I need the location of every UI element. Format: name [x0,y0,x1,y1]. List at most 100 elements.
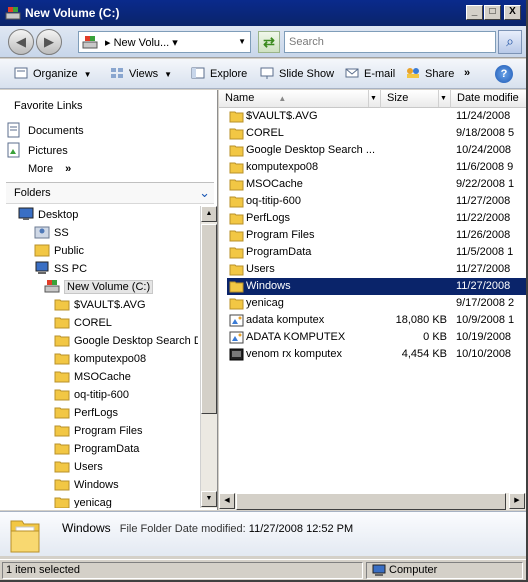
folder-tree: Desktop SS Public SS PC New Volume (C:) … [6,206,198,508]
file-row[interactable]: Google Desktop Search ... 10/24/2008 [227,142,526,159]
tree-item-perflogs[interactable]: PerfLogs [54,404,118,422]
file-list-hscrollbar[interactable]: ◀ ▶ [219,493,526,510]
file-name: oq-titip-600 [246,195,302,207]
email-button[interactable]: E-mail [345,67,395,80]
file-row[interactable]: adata komputex 18,080 KB 10/9/2008 1 [227,312,526,329]
tree-item-public[interactable]: Public [34,242,84,260]
tree-item-label: oq-titip-600 [74,389,130,401]
status-bar: 1 item selected Computer [0,559,526,580]
title-bar[interactable]: New Volume (C:) _ □ X [0,0,526,26]
column-header-size[interactable]: Size ▼ [381,90,451,108]
file-date: 10/24/2008 [456,144,512,156]
tree-item-google-desktop[interactable]: Google Desktop Search Da [54,332,198,350]
help-button[interactable]: ? [495,65,513,83]
scroll-thumb[interactable] [201,224,217,414]
folder-icon [229,247,244,259]
folder-icon [54,335,70,347]
file-name: adata komputex [246,314,325,326]
favorite-pictures[interactable]: Pictures [6,142,68,158]
tree-item-new-volume[interactable]: New Volume (C:) [44,278,154,296]
close-button[interactable]: X [504,5,521,20]
folder-icon [229,128,244,140]
slideshow-button[interactable]: Slide Show [260,67,334,80]
tree-item-windows[interactable]: Windows [54,476,119,494]
tree-item-yenicag[interactable]: yenicag [54,494,112,508]
tree-scrollbar[interactable]: ▲ ▼ [200,206,217,508]
tree-item-desktop[interactable]: Desktop [18,206,78,224]
tree-item-label: $VAULT$.AVG [74,299,146,311]
more-label: More [28,163,54,175]
folder-icon [229,298,244,310]
scroll-up-arrow-icon[interactable]: ▲ [201,206,217,222]
tree-item-msocache[interactable]: MSOCache [54,368,131,386]
tree-item-oq-titip[interactable]: oq-titip-600 [54,386,129,404]
chevron-down-icon[interactable]: ▼ [368,90,378,107]
folder-icon [54,461,70,473]
folder-icon [54,389,70,401]
slideshow-icon [260,67,274,79]
column-header-date[interactable]: Date modifie [451,90,526,108]
command-toolbar: Organize ▼ Views ▼ Explore Slide Show E-ma… [0,59,526,89]
chevron-down-icon[interactable]: ⌄ [199,185,210,201]
file-row[interactable]: Users 11/27/2008 [227,261,526,278]
scroll-right-arrow-icon[interactable]: ▶ [509,493,525,509]
share-icon [407,68,419,78]
address-field[interactable]: ▸ New Volu... ▾ ▼ [78,31,251,53]
explore-button[interactable]: Explore [191,67,247,80]
tree-item-users[interactable]: Users [54,458,103,476]
tree-item-label: komputexpo08 [74,353,147,365]
file-row[interactable]: Program Files 11/26/2008 [227,227,526,244]
file-row[interactable]: PerfLogs 11/22/2008 [227,210,526,227]
toolbar-overflow-button[interactable]: » [464,67,470,79]
file-row[interactable]: ProgramData 11/5/2008 1 [227,244,526,261]
file-date: 9/18/2008 5 [456,127,515,139]
tree-item-label: Program Files [74,425,143,437]
file-row[interactable]: Windows 11/27/2008 [227,278,526,295]
file-name: venom rx komputex [246,348,342,360]
chevron-down-icon[interactable]: ▼ [438,90,448,107]
user-folder-icon [34,244,50,257]
tree-item-ss-pc[interactable]: SS PC [34,260,87,278]
folder-icon [54,443,70,455]
folder-icon [229,111,244,123]
scroll-down-arrow-icon[interactable]: ▼ [201,491,217,507]
tree-item-komputexpo08[interactable]: komputexpo08 [54,350,146,368]
more-links-button[interactable]: More » [28,163,71,175]
refresh-button[interactable]: ⇄ [258,31,280,53]
file-row[interactable]: yenicag 9/17/2008 2 [227,295,526,312]
organize-button[interactable]: Organize ▼ [14,67,92,80]
tree-item-programdata[interactable]: ProgramData [54,440,139,458]
file-row[interactable]: MSOCache 9/22/2008 1 [227,176,526,193]
column-size-label: Size [387,92,409,104]
tree-item-label: Windows [74,479,119,491]
file-date: 11/5/2008 1 [456,246,514,258]
forward-button[interactable]: ▶ [36,29,62,55]
column-header-name[interactable]: Name ▲ ▼ [219,90,381,108]
minimize-button[interactable]: _ [466,5,483,20]
maximize-button[interactable]: □ [484,5,501,20]
file-row[interactable]: venom rx komputex 4,454 KB 10/10/2008 [227,346,526,363]
scroll-left-arrow-icon[interactable]: ◀ [219,493,235,509]
tree-item-program-files[interactable]: Program Files [54,422,142,440]
file-row[interactable]: COREL 9/18/2008 5 [227,125,526,142]
file-row[interactable]: komputexpo08 11/6/2008 9 [227,159,526,176]
share-button[interactable]: Share [406,67,454,80]
file-row[interactable]: ADATA KOMPUTEX 0 KB 10/19/2008 [227,329,526,346]
file-row[interactable]: oq-titip-600 11/27/2008 [227,193,526,210]
search-input[interactable]: Search [284,31,496,53]
tree-item-ss[interactable]: SS [34,224,69,242]
file-name: Program Files [246,229,315,241]
back-button[interactable]: ◀ [8,29,34,55]
file-row[interactable]: $VAULT$.AVG 11/24/2008 [227,108,526,125]
folder-icon [229,230,244,242]
chevron-down-icon[interactable]: ▼ [238,37,246,46]
folders-header[interactable]: Folders ⌄ [6,182,214,204]
tree-item-corel[interactable]: COREL [54,314,112,332]
search-icon[interactable]: ⌕ [498,30,522,54]
views-button[interactable]: Views ▼ [110,67,172,80]
documents-icon [7,122,20,138]
tree-item-vault[interactable]: $VAULT$.AVG [54,296,146,314]
hscroll-thumb[interactable] [236,493,506,510]
file-name: Google Desktop Search ... [246,144,376,156]
favorite-documents[interactable]: Documents [6,122,84,138]
